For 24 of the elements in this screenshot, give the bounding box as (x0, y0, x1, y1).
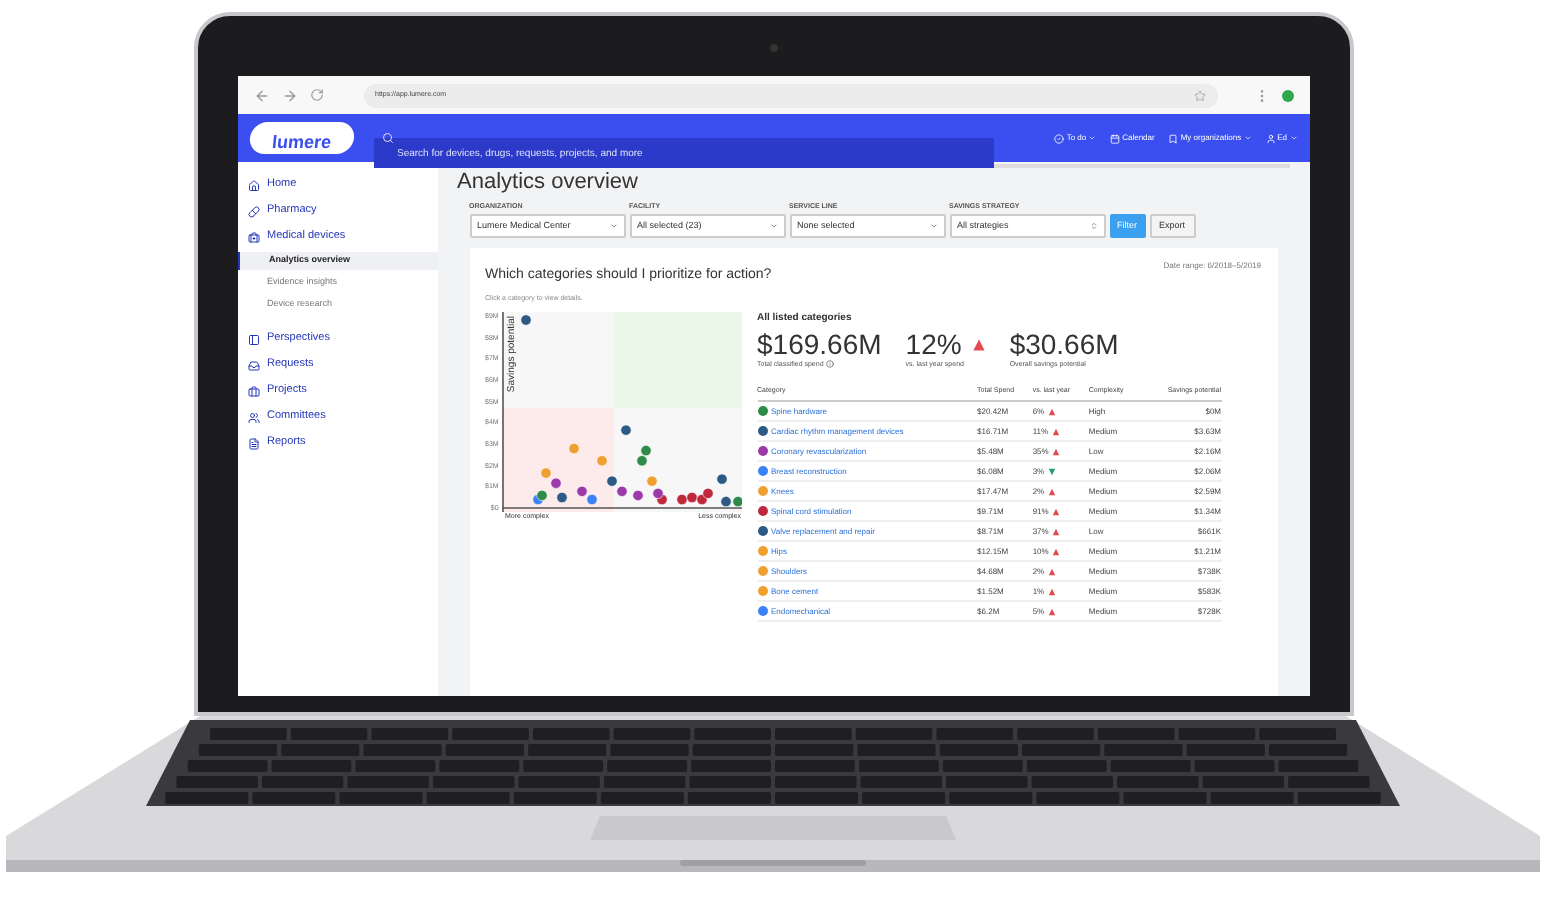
stat-value: 12% (905, 329, 962, 359)
star-icon[interactable] (1193, 89, 1205, 101)
panel-icon (247, 333, 259, 345)
user-icon (1265, 133, 1276, 143)
bookmark-icon (1168, 133, 1179, 143)
people-icon (247, 411, 259, 423)
briefcase-icon (247, 385, 259, 397)
status-dot-icon (1281, 89, 1293, 101)
logo[interactable]: lumere (247, 122, 355, 154)
up-down-caret-icon (1089, 222, 1097, 231)
reload-icon[interactable] (309, 88, 323, 102)
search-icon (381, 132, 393, 144)
stat-value: $169.66M (757, 329, 882, 359)
document-icon (247, 437, 259, 449)
calendar-icon (1110, 133, 1121, 143)
back-icon[interactable] (253, 87, 269, 103)
inbox-icon (247, 359, 259, 371)
forward-icon[interactable] (281, 87, 297, 103)
info-icon[interactable] (825, 360, 834, 369)
check-circle-icon (1054, 133, 1065, 143)
medical-kit-icon (247, 231, 259, 243)
page-title: Analytics overview (457, 164, 1289, 196)
stat-value: $30.66M (1009, 329, 1119, 359)
home-icon (247, 179, 259, 191)
